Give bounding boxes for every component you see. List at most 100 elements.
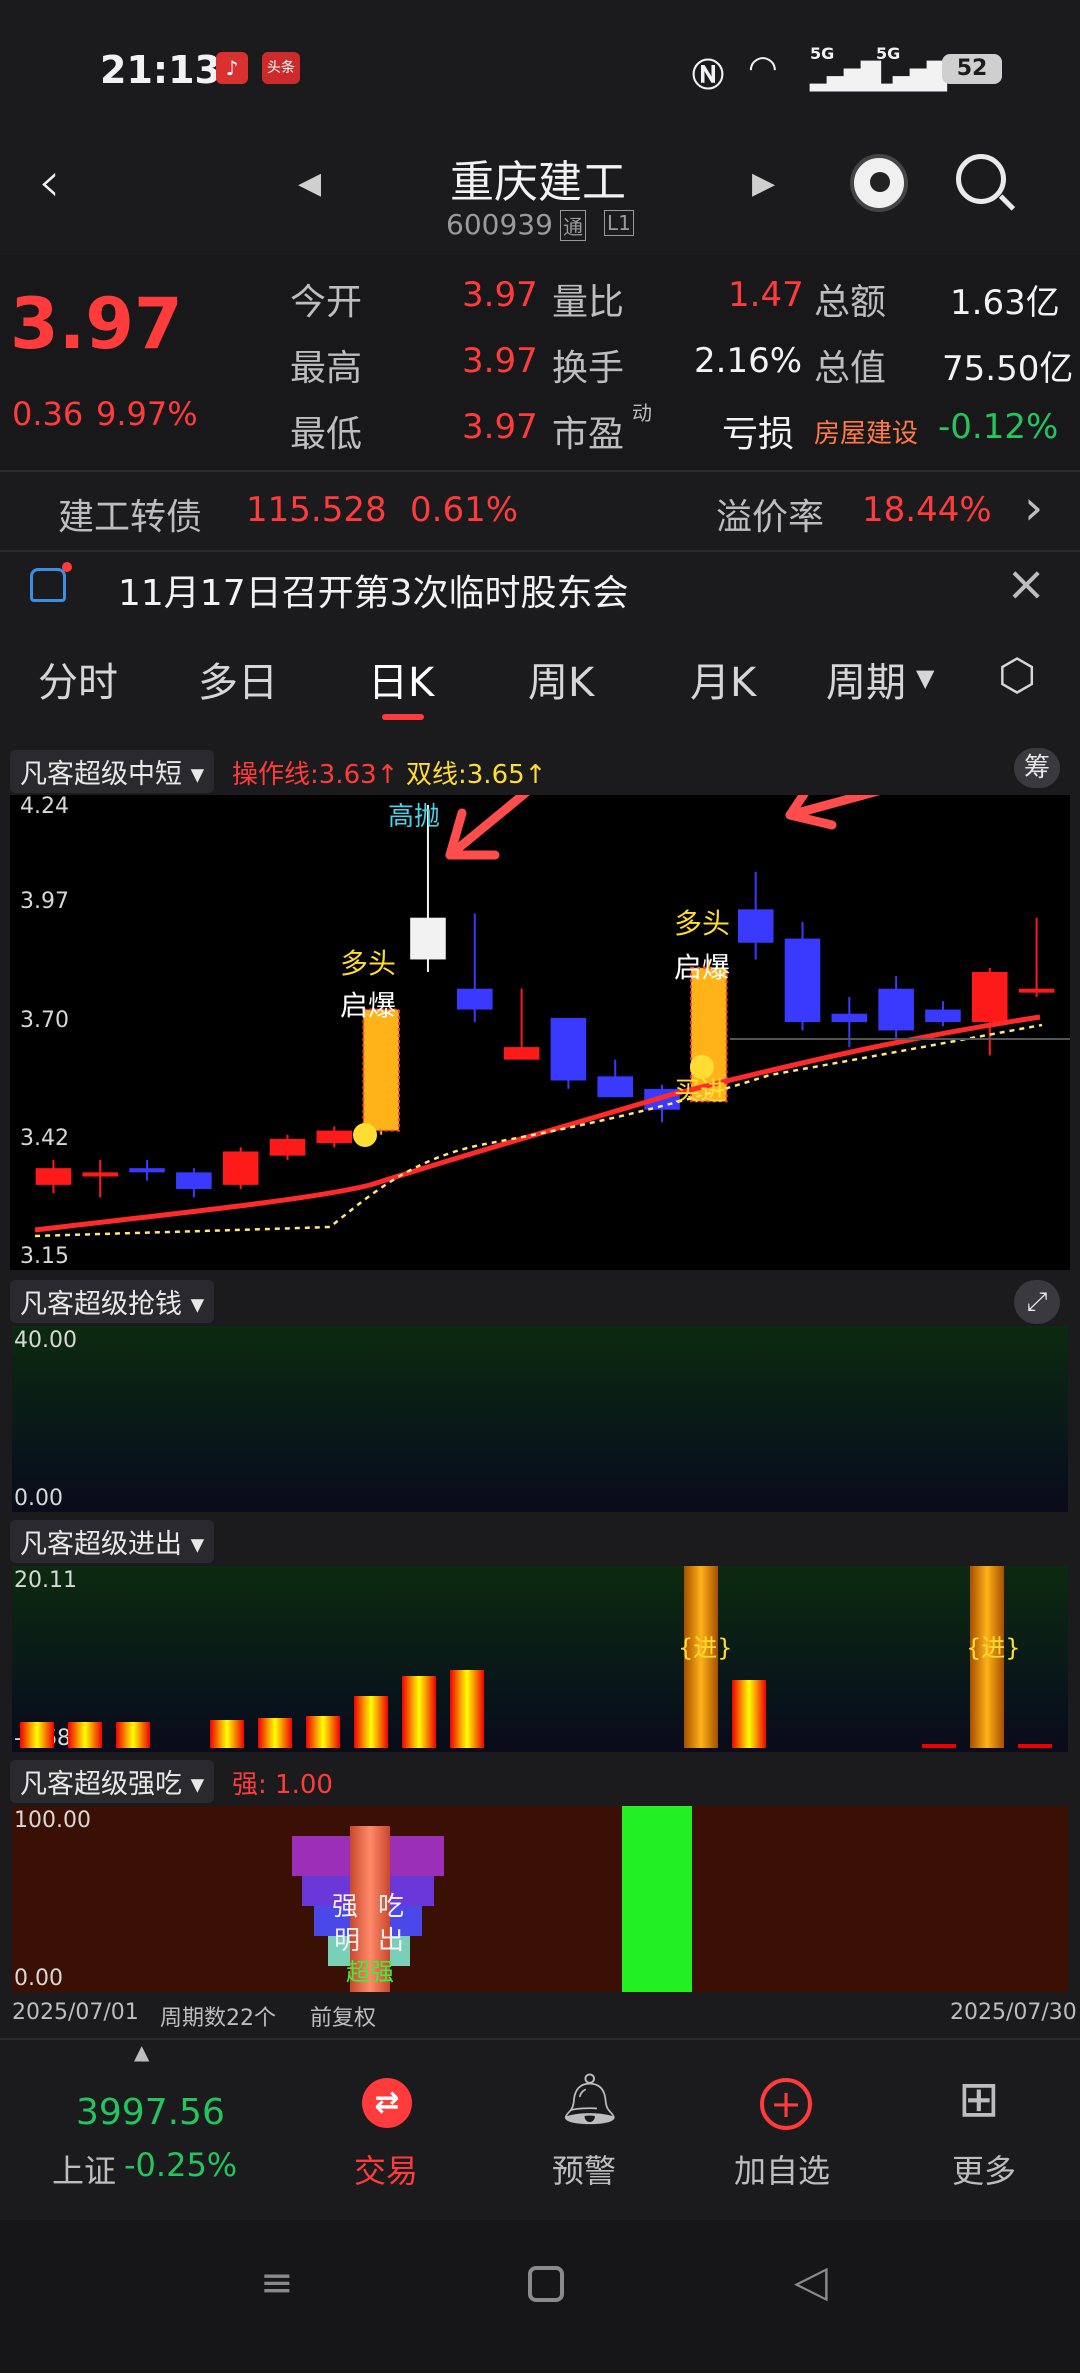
price-adjustment[interactable]: 前复权 <box>310 2000 376 2032</box>
assistant-robot-icon[interactable] <box>850 154 908 212</box>
panel2-indicator-name: 凡客超级抢钱 <box>20 1289 182 1320</box>
market-cap-label: 总值 <box>814 348 887 389</box>
panel4-bottom-label: 0.00 <box>14 1966 63 1991</box>
panel4-indicator-selector[interactable]: 凡客超级强吃 ▾ <box>10 1760 215 1803</box>
bell-icon <box>30 568 66 602</box>
battery-icon: 52 <box>942 54 1002 84</box>
turnover-label: 换手 <box>552 348 625 389</box>
quote-panel: 3.97 0.36 9.97% 今开 3.97 最高 3.97 最低 3.97 … <box>0 255 1080 470</box>
expand-up-icon[interactable]: ▲ <box>134 2040 149 2064</box>
tag-burst-1: 启爆 <box>340 989 396 1022</box>
stock-code: 600939 <box>446 208 553 241</box>
tag-high-sell: 高抛 <box>388 802 440 832</box>
money-bag-icon-2 <box>690 1055 714 1079</box>
main-indicator-selector[interactable]: 凡客超级中短 ▾ <box>10 750 215 793</box>
close-icon[interactable]: × <box>1006 556 1046 612</box>
exchange-icon: ⇄ <box>362 2078 412 2128</box>
signal-label-2: 5G <box>876 44 901 63</box>
connect-badge: 通 <box>560 210 586 241</box>
dropdown-icon: ▼ <box>916 664 935 692</box>
turnover-value: 2.16% <box>694 341 803 381</box>
candle-body <box>176 1172 212 1190</box>
pe-label: 市盈 <box>552 414 625 455</box>
x-end-date: 2025/07/30 <box>950 2000 1077 2025</box>
notice-banner[interactable]: 11月17日召开第3次临时股东会 × <box>0 552 1080 620</box>
candle-body <box>597 1076 634 1098</box>
bond-price: 115.528 <box>246 490 387 530</box>
panel2-top-label: 40.00 <box>14 1328 77 1353</box>
last-price: 3.97 <box>10 283 183 365</box>
tab-multiday[interactable]: 多日 <box>198 650 278 708</box>
panel3-chart[interactable]: 20.11 -0.68 {进} {进} <box>12 1566 1068 1752</box>
add-watchlist-label: 加自选 <box>734 2152 831 2190</box>
tab-intraday[interactable]: 分时 <box>38 650 118 708</box>
market-cap-value: 75.50亿 <box>942 349 1074 389</box>
next-stock-icon[interactable]: ▶ <box>752 166 775 201</box>
index-value[interactable]: 3997.56 <box>76 2092 225 2133</box>
low-value: 3.97 <box>462 407 538 447</box>
low-label: 最低 <box>290 414 363 455</box>
settings-hexagon-icon[interactable]: ⬡ <box>998 650 1036 701</box>
tag-bull-2: 多头 <box>674 907 730 940</box>
convertible-bond-row[interactable]: 建工转债 115.528 0.61% 溢价率 18.44% › <box>0 472 1080 550</box>
panel4-label-strong: 强 <box>332 1892 359 1922</box>
trade-button[interactable]: ⇄ 交易 <box>340 2070 430 2200</box>
panel4-chart[interactable]: 100.00 0.00 强 吃 明 出 超强 <box>12 1806 1068 1992</box>
candle-body <box>971 971 1008 1023</box>
tab-weekly-k[interactable]: 周K <box>528 650 594 708</box>
index-name: 上证 <box>52 2152 117 2190</box>
trade-label: 交易 <box>354 2152 419 2190</box>
status-bar: 21:13 ♪ 头条 Ⓝ ◠ 5G ▂▄▆█ 5G ▂▄▆█ 52 <box>0 0 1080 140</box>
candle-body <box>316 1130 353 1144</box>
panel4-strong-value: 强: 1.00 <box>232 1770 333 1800</box>
candle-body <box>82 1172 119 1177</box>
alert-button[interactable]: 🔔︎ 预警 <box>538 2070 628 2200</box>
y-label-2: 3.97 <box>20 889 69 914</box>
pe-dynamic-mark: 动 <box>632 401 652 425</box>
menu-icon[interactable]: ≡ <box>260 2260 294 2306</box>
active-tab-indicator <box>382 714 424 720</box>
panel2-chart[interactable]: 40.00 0.00 <box>12 1326 1068 1512</box>
candle-body <box>550 1017 587 1081</box>
candle-body <box>784 938 821 1023</box>
candle-body <box>269 1138 306 1156</box>
back-nav-icon[interactable]: ◁ <box>794 2256 828 2307</box>
stock-name: 重庆建工 <box>450 157 626 208</box>
panel3-indicator-selector[interactable]: 凡客超级进出 ▾ <box>10 1520 215 1563</box>
sector-pct: -0.12% <box>938 407 1059 447</box>
expand-icon[interactable]: ⤢ <box>1014 1280 1060 1324</box>
tab-monthly-k[interactable]: 月K <box>690 650 756 708</box>
panel2-indicator-selector[interactable]: 凡客超级抢钱 ▾ <box>10 1280 215 1323</box>
open-value: 3.97 <box>462 275 538 315</box>
prev-stock-icon[interactable]: ◀ <box>298 166 321 201</box>
panel4-label-super-strong: 超强 <box>346 1958 394 1986</box>
candle-body <box>410 917 446 960</box>
panel3-top-label: 20.11 <box>14 1568 77 1593</box>
wifi-icon: ◠ <box>748 48 778 88</box>
amount-label: 总额 <box>814 282 887 323</box>
candle-body <box>222 1151 259 1185</box>
high-label: 最高 <box>290 348 363 389</box>
amount-value: 1.63亿 <box>950 283 1060 323</box>
home-icon[interactable] <box>528 2266 564 2302</box>
price-change: 0.36 <box>12 395 84 433</box>
y-label-bottom: 3.15 <box>20 1244 69 1269</box>
candlestick-chart[interactable]: 4.24 3.97 3.70 3.42 3.15 高抛 多头 启爆 多头 启爆 … <box>10 795 1070 1270</box>
add-watchlist-button[interactable]: + 加自选 <box>726 2070 846 2200</box>
more-button[interactable]: ⊞ 更多 <box>940 2070 1030 2200</box>
chip-distribution-button[interactable]: 筹 <box>1014 748 1060 788</box>
tab-daily-k[interactable]: 日K <box>368 650 434 708</box>
back-icon[interactable]: ‹ <box>38 150 60 215</box>
panel3-enter-tag-1: {进} <box>678 1634 733 1662</box>
stock-header: ‹ ◀ 重庆建工 600939 通 L1 ▶ <box>0 140 1080 255</box>
signal-icon: ▂▄▆█ <box>810 62 881 92</box>
volume-ratio-label: 量比 <box>552 282 625 323</box>
money-bag-icon <box>353 1123 377 1147</box>
pe-value: 亏损 <box>722 414 795 455</box>
tab-period[interactable]: 周期 <box>826 650 906 708</box>
period-count: 周期数22个 <box>160 2006 276 2031</box>
sector-link[interactable]: 房屋建设 <box>814 413 918 450</box>
panel4-top-label: 100.00 <box>14 1808 91 1833</box>
main-indicator-name: 凡客超级中短 <box>20 759 182 790</box>
signal-icon-2: ▂▄▆█ <box>876 62 947 92</box>
